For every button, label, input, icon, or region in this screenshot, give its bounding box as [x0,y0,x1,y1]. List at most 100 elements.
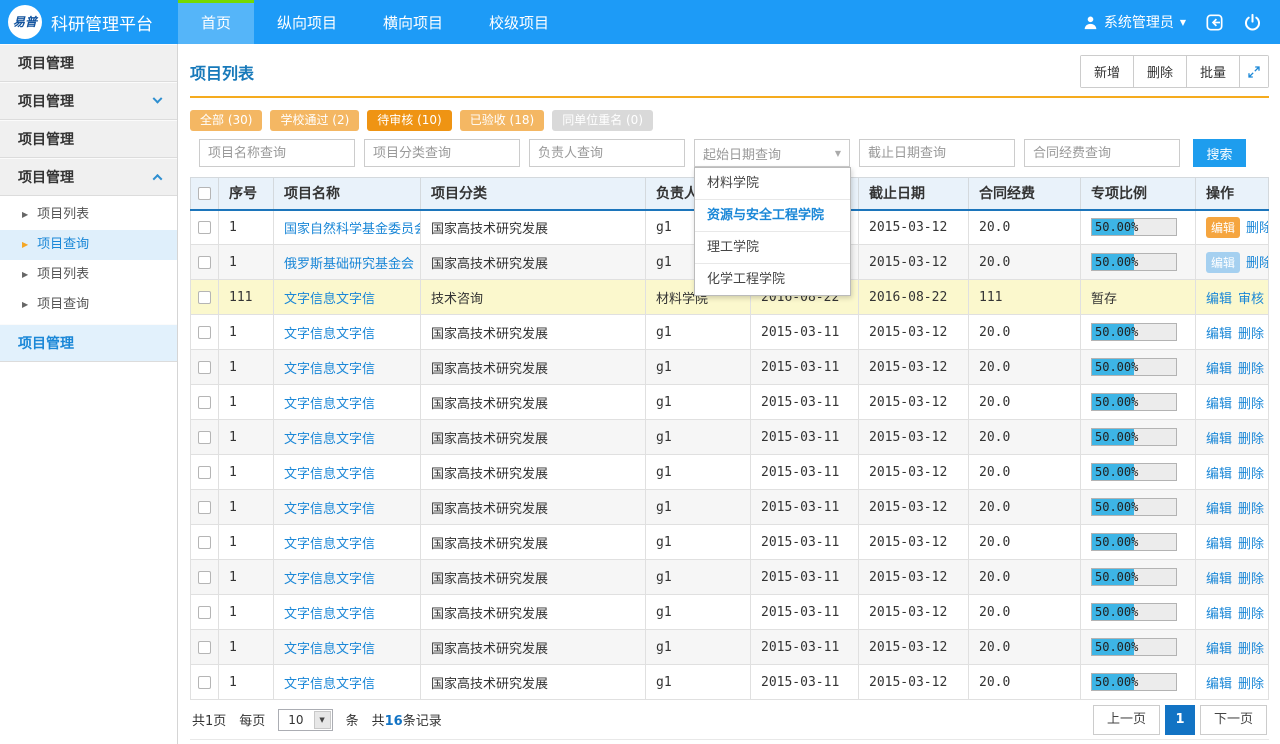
project-name-link[interactable]: 文字信息文字信 [284,397,375,412]
edit-link[interactable]: 编辑 [1206,467,1232,482]
row-checkbox[interactable] [198,606,211,619]
project-category-input[interactable] [364,139,520,167]
nav-item-首页[interactable]: 首页 [178,0,254,44]
nav-item-横向项目[interactable]: 横向项目 [360,0,466,44]
delete-link[interactable]: 删除 [1238,362,1264,377]
prev-page-button[interactable]: 上一页 [1093,705,1160,735]
project-name-link[interactable]: 文字信息文字信 [284,607,375,622]
row-checkbox[interactable] [198,221,211,234]
delete-link[interactable]: 删除 [1238,537,1264,552]
row-checkbox[interactable] [198,466,211,479]
row-checkbox[interactable] [198,256,211,269]
next-page-button[interactable]: 下一页 [1200,705,1267,735]
dropdown-option[interactable]: 化学工程学院 [695,264,850,295]
sidebar-group[interactable]: 项目管理 [0,324,177,362]
edit-link[interactable]: 编辑 [1206,362,1232,377]
row-checkbox[interactable] [198,571,211,584]
dropdown-option[interactable]: 材料学院 [695,168,850,200]
owner-input[interactable] [529,139,685,167]
delete-link[interactable]: 删除 [1238,397,1264,412]
delete-link[interactable]: 删除 [1246,221,1268,236]
nav-item-校级项目[interactable]: 校级项目 [466,0,572,44]
row-checkbox[interactable] [198,676,211,689]
end-date-input[interactable] [859,139,1015,167]
project-name-link[interactable]: 文字信息文字信 [284,362,375,377]
delete-link[interactable]: 删除 [1238,432,1264,447]
edit-button[interactable]: 编辑 [1206,252,1240,273]
dropdown-option[interactable]: 理工学院 [695,232,850,264]
filter-tab[interactable]: 全部 (30) [190,110,262,131]
project-name-input[interactable] [199,139,355,167]
edit-link[interactable]: 编辑 [1206,432,1232,447]
filter-tab[interactable]: 同单位重名 (0) [552,110,653,131]
project-name-link[interactable]: 文字信息文字信 [284,537,375,552]
fund-input[interactable] [1024,139,1180,167]
project-name-link[interactable]: 文字信息文字信 [284,502,375,517]
filter-tab[interactable]: 学校通过 (2) [270,110,359,131]
sidebar-group[interactable]: 项目管理 [0,120,177,158]
row-checkbox[interactable] [198,501,211,514]
delete-button[interactable]: 删除 [1133,56,1186,87]
row-checkbox[interactable] [198,361,211,374]
select-all-checkbox[interactable] [198,187,211,200]
delete-link[interactable]: 删除 [1238,502,1264,517]
nav-item-纵向项目[interactable]: 纵向项目 [254,0,360,44]
end-date-cell: 2015-03-12 [859,245,969,280]
delete-link[interactable]: 删除 [1238,327,1264,342]
edit-link[interactable]: 编辑 [1206,572,1232,587]
filter-tab[interactable]: 待审核 (10) [367,110,451,131]
seq-cell: 1 [219,455,274,490]
edit-link[interactable]: 编辑 [1206,607,1232,622]
edit-link[interactable]: 编辑 [1206,397,1232,412]
project-name-link[interactable]: 文字信息文字信 [284,572,375,587]
edit-link[interactable]: 编辑 [1206,642,1232,657]
review-link[interactable]: 审核 [1238,292,1264,307]
sidebar-group[interactable]: 项目管理 [0,82,177,120]
user-menu[interactable]: 系统管理员 ▼ [1083,12,1186,32]
sidebar-group[interactable]: 项目管理 [0,158,177,196]
search-button[interactable]: 搜索 [1193,139,1246,167]
row-checkbox[interactable] [198,641,211,654]
project-name-link[interactable]: 文字信息文字信 [284,467,375,482]
project-name-link[interactable]: 文字信息文字信 [284,642,375,657]
sidebar-item[interactable]: ▶项目查询 [0,290,177,320]
delete-link[interactable]: 删除 [1238,607,1264,622]
project-name-link[interactable]: 俄罗斯基础研究基金会 [284,257,414,272]
power-icon[interactable] [1243,13,1262,32]
delete-link[interactable]: 删除 [1238,467,1264,482]
row-checkbox[interactable] [198,431,211,444]
edit-link[interactable]: 编辑 [1206,502,1232,517]
project-name-link[interactable]: 文字信息文字信 [284,432,375,447]
sidebar-item[interactable]: ▶项目列表 [0,260,177,290]
row-checkbox[interactable] [198,536,211,549]
delete-link[interactable]: 删除 [1238,572,1264,587]
delete-link[interactable]: 删除 [1238,642,1264,657]
per-page-select[interactable]: 10 ▼ [278,709,332,731]
edit-link[interactable]: 编辑 [1206,677,1232,692]
sidebar-group[interactable]: 项目管理 [0,44,177,82]
edit-button[interactable]: 编辑 [1206,217,1240,238]
project-name-link[interactable]: 文字信息文字信 [284,292,375,307]
row-checkbox[interactable] [198,291,211,304]
project-name-link[interactable]: 文字信息文字信 [284,677,375,692]
sidebar-item[interactable]: ▶项目查询 [0,230,177,260]
edit-link[interactable]: 编辑 [1206,292,1232,307]
edit-link[interactable]: 编辑 [1206,537,1232,552]
delete-link[interactable]: 删除 [1238,677,1264,692]
dropdown-option[interactable]: 资源与安全工程学院 [695,200,850,232]
add-button[interactable]: 新增 [1081,56,1133,87]
batch-button[interactable]: 批量 [1186,56,1239,87]
filter-tab[interactable]: 已验收 (18) [460,110,544,131]
project-name-link[interactable]: 国家自然科学基金委员会 [284,222,421,237]
edit-link[interactable]: 编辑 [1206,327,1232,342]
project-name-link[interactable]: 文字信息文字信 [284,327,375,342]
row-checkbox[interactable] [198,396,211,409]
switch-account-icon[interactable] [1205,13,1224,32]
delete-link[interactable]: 删除 [1246,256,1268,271]
current-page-button[interactable]: 1 [1165,705,1195,735]
start-date-select[interactable]: 起始日期查询 ▼ 材料学院资源与安全工程学院理工学院化学工程学院 [694,139,850,167]
row-checkbox[interactable] [198,326,211,339]
row-checkbox-cell [191,490,219,525]
sidebar-item[interactable]: ▶项目列表 [0,200,177,230]
expand-button[interactable] [1239,56,1268,87]
